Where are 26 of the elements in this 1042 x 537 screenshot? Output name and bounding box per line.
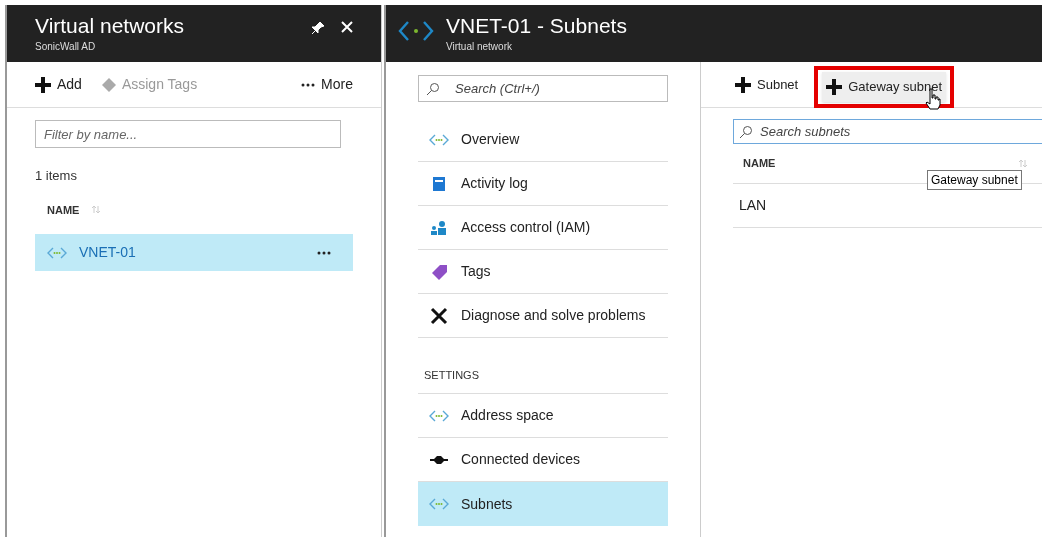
- menu-item[interactable]: Tags: [418, 250, 668, 294]
- filter-field[interactable]: Filter by name...: [35, 120, 341, 148]
- menu-item[interactable]: Address space: [418, 394, 668, 438]
- table-cell-text: LAN: [739, 196, 767, 215]
- menu-item[interactable]: Subnets: [418, 482, 668, 526]
- menu-item[interactable]: Overview: [418, 118, 668, 162]
- row-name: VNET-01: [79, 243, 136, 262]
- column-header: NAME: [743, 156, 776, 172]
- menu-item[interactable]: Diagnose and solve problems: [418, 294, 668, 338]
- toolbar-button[interactable]: More: [301, 74, 353, 95]
- search-field[interactable]: Search (Ctrl+/): [418, 75, 668, 102]
- toolbar-button[interactable]: Subnet: [731, 69, 803, 100]
- column-header: NAME: [47, 202, 80, 218]
- blade-title: VNET-01 - Subnets: [446, 13, 627, 39]
- blade-title: Virtual networks: [35, 13, 184, 39]
- search-field[interactable]: Search subnets: [733, 119, 1042, 144]
- section-heading: SETTINGS: [424, 367, 479, 383]
- menu-item[interactable]: Access control (IAM): [418, 206, 668, 250]
- list-row[interactable]: VNET-01: [35, 234, 353, 271]
- toolbar-button[interactable]: Add: [35, 74, 82, 95]
- toolbar-button[interactable]: Gateway subnet: [822, 71, 947, 102]
- blade-subtitle: SonicWall AD: [35, 40, 97, 54]
- blade-subtitle: Virtual network: [446, 40, 513, 54]
- tooltip: Gateway subnet: [927, 170, 1022, 190]
- menu-item[interactable]: Activity log: [418, 162, 668, 206]
- item-count: 1 items: [35, 167, 78, 185]
